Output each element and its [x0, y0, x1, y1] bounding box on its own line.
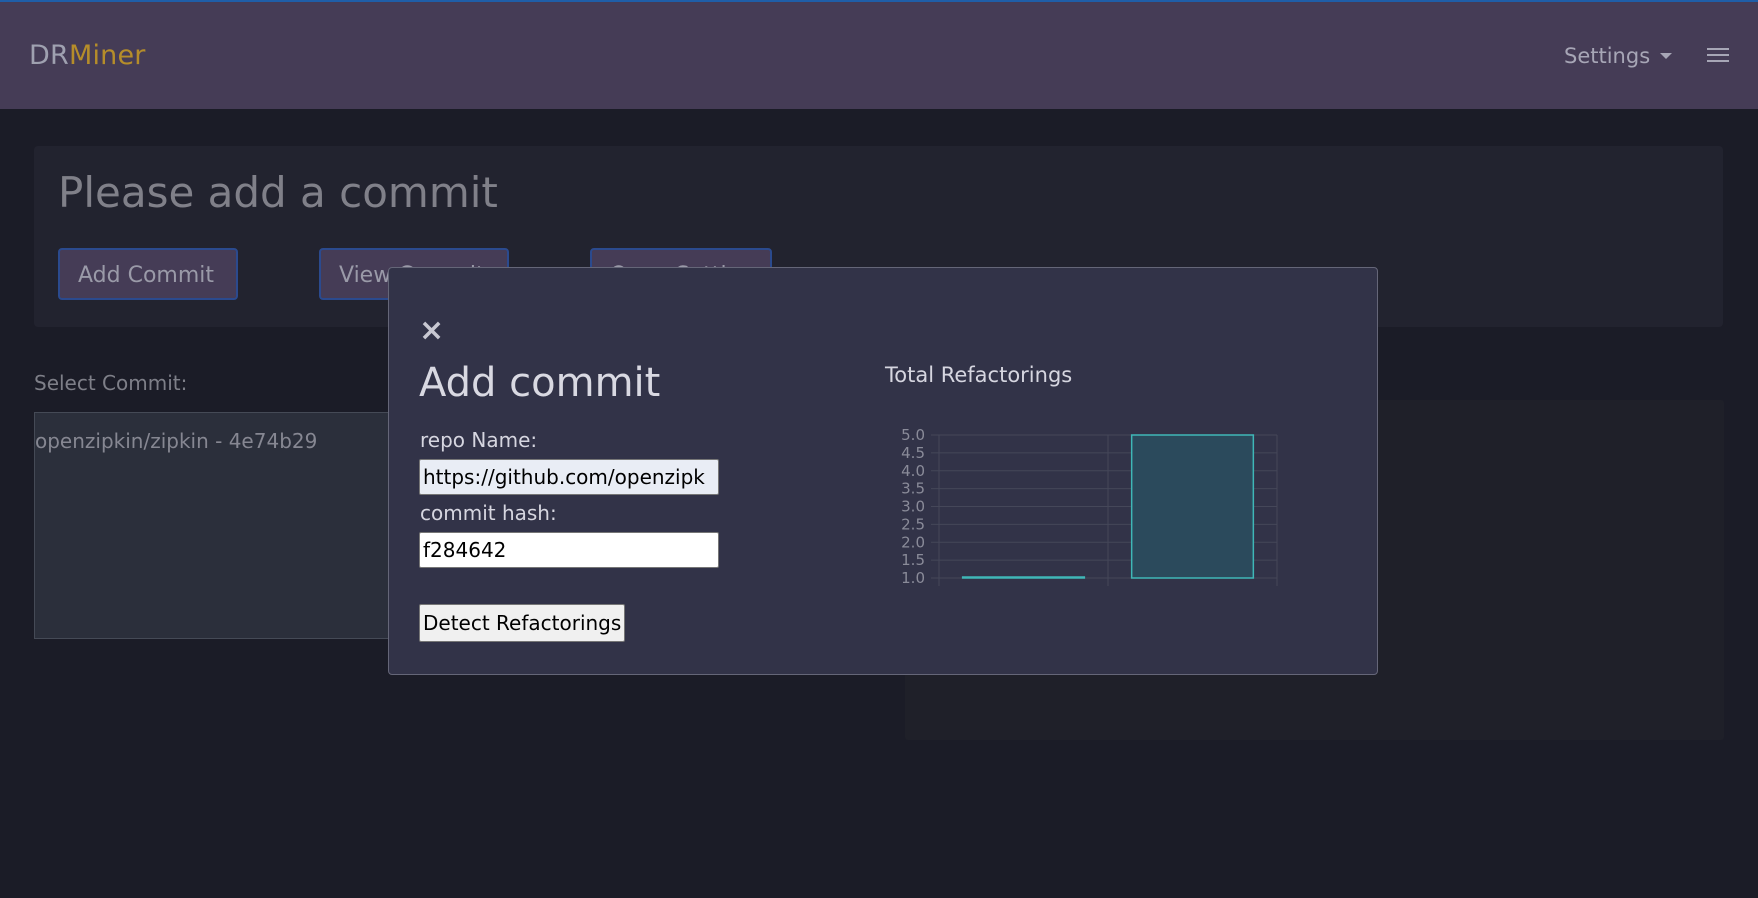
- y-tick-label: 2.0: [901, 533, 925, 551]
- y-tick-label: 3.0: [901, 498, 925, 516]
- commit-hash-label: commit hash:: [420, 501, 557, 525]
- y-tick-label: 4.0: [901, 462, 925, 480]
- y-tick-label: 1.5: [901, 551, 925, 569]
- detect-refactorings-button[interactable]: Detect Refactorings: [419, 604, 626, 642]
- y-tick-label: 1.0: [901, 569, 925, 587]
- y-tick-label: 2.5: [901, 515, 925, 533]
- close-icon[interactable]: ×: [419, 316, 444, 346]
- chart-title: Total Refactorings: [885, 363, 1073, 387]
- repo-name-input[interactable]: [419, 459, 719, 495]
- y-tick-label: 5.0: [901, 426, 925, 444]
- add-commit-modal: × Add commit repo Name: commit hash: Det…: [388, 267, 1378, 675]
- repo-name-label: repo Name:: [420, 428, 538, 452]
- modal-title: Add commit: [419, 360, 661, 406]
- bar-sort_instructions MI: [1130, 434, 1255, 579]
- bar-new_env_variables: [961, 576, 1086, 579]
- y-tick-label: 4.5: [901, 444, 925, 462]
- commit-hash-input[interactable]: [419, 532, 719, 568]
- refactorings-bar-chart: 5.04.54.03.53.02.52.01.51.0new_env_varia…: [901, 426, 1278, 587]
- y-tick-label: 3.5: [901, 480, 925, 498]
